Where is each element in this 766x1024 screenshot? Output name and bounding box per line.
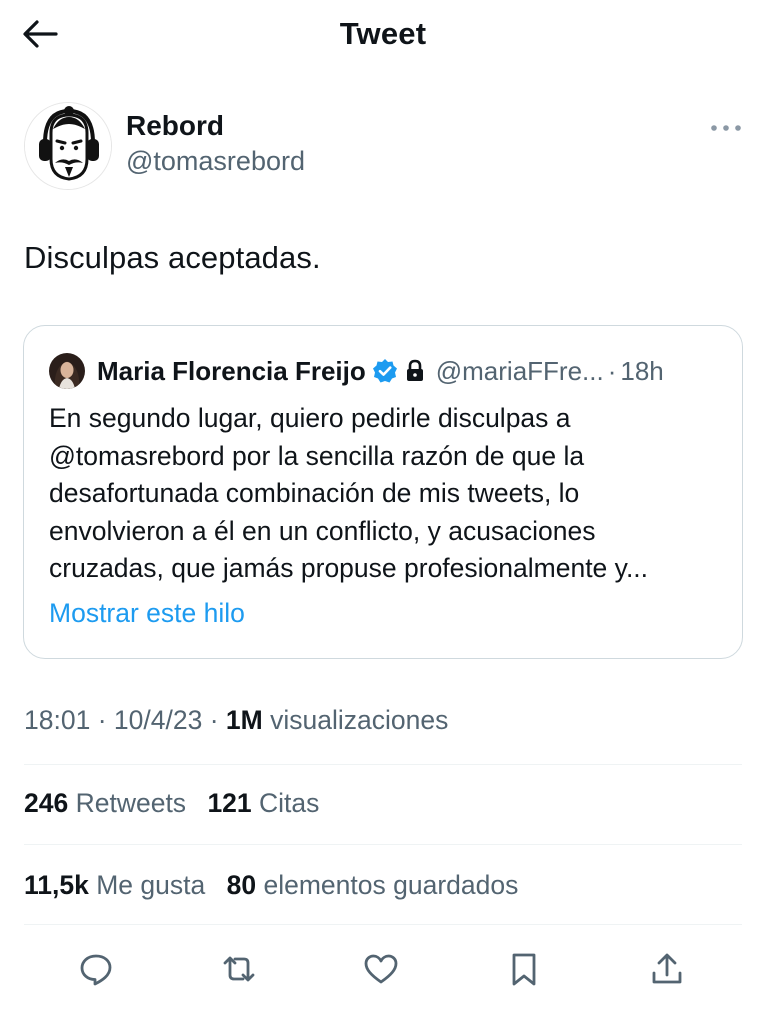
engagement-stats-row-1: 246 Retweets 121 Citas — [24, 788, 333, 819]
page-title: Tweet — [339, 16, 427, 51]
engagement-stats-row-2: 11,5k Me gusta 80 elementos guardados — [24, 870, 532, 901]
divider — [24, 764, 742, 765]
tweet-date: 10/4/23 — [113, 705, 203, 735]
likes-stat[interactable]: 11,5k Me gusta — [24, 870, 205, 900]
likes-count: 11,5k — [24, 870, 89, 900]
views-label: visualizaciones — [270, 705, 449, 735]
bookmarks-stat[interactable]: 80 elementos guardados — [227, 870, 519, 900]
quoted-text-line: En segundo lugar, quiero pedirle disculp… — [49, 403, 571, 433]
tweet-text: Disculpas aceptadas. — [24, 240, 321, 275]
cartoon-face-avatar — [25, 103, 111, 189]
tweet-author: Rebord @tomasrebord — [24, 100, 744, 190]
like-icon — [364, 954, 398, 984]
tweet-meta: 18:01 · 10/4/23 · 1M visualizaciones — [24, 705, 448, 736]
more-dots-icon — [711, 125, 741, 131]
retweets-label: Retweets — [75, 788, 187, 818]
share-button[interactable] — [640, 942, 694, 996]
divider — [24, 844, 742, 845]
retweets-count: 246 — [24, 788, 69, 818]
reply-icon — [80, 954, 112, 986]
bookmarks-label: elementos guardados — [263, 870, 519, 900]
lock-icon — [404, 359, 426, 383]
quoted-text-line: envolvieron a él en un conflicto, y acus… — [49, 515, 596, 546]
quoted-text-line: @tomasrebord por la sencilla razón de qu… — [49, 440, 585, 471]
quotes-label: Citas — [259, 788, 320, 818]
author-handle[interactable]: @tomasrebord — [126, 146, 305, 177]
quotes-count: 121 — [207, 788, 252, 818]
bookmark-icon — [512, 953, 536, 986]
top-bar: Tweet — [0, 0, 766, 70]
quoted-tweet-text: En segundo lugar, quiero pedirle disculp… — [49, 400, 729, 588]
reply-button[interactable] — [69, 942, 123, 996]
bookmarks-count: 80 — [226, 870, 257, 900]
quoted-text-line: cruzadas, que jamás propuse profesionalm… — [49, 553, 649, 583]
views-count: 1M — [225, 705, 263, 735]
share-icon — [652, 953, 682, 984]
verified-badge-icon — [372, 358, 398, 384]
portrait-photo — [49, 353, 85, 389]
quoted-tweet-header: Maria Florencia Freijo @mariaFFre... · 1… — [49, 353, 729, 389]
author-avatar[interactable] — [24, 102, 112, 190]
divider — [24, 924, 742, 925]
quoted-author-avatar — [49, 353, 85, 389]
retweet-button[interactable] — [212, 942, 266, 996]
dot-separator: · — [209, 705, 219, 735]
quotes-stat[interactable]: 121 Citas — [207, 788, 319, 818]
quoted-author-name: Maria Florencia Freijo — [97, 355, 366, 386]
quoted-text-line: desafortunada combinación de mis tweets,… — [49, 478, 580, 508]
like-button[interactable] — [354, 942, 408, 996]
show-thread-link[interactable]: Mostrar este hilo — [49, 598, 245, 629]
author-name[interactable]: Rebord — [126, 110, 224, 142]
dot-separator: · — [97, 705, 107, 735]
quoted-tweet-time: 18h — [620, 355, 664, 386]
quoted-author-handle: @mariaFFre... — [435, 355, 604, 386]
dot-separator: · — [607, 355, 617, 386]
tweet-actions-bar — [0, 942, 766, 996]
quoted-tweet[interactable]: Maria Florencia Freijo @mariaFFre... · 1… — [23, 325, 743, 659]
likes-label: Me gusta — [96, 870, 206, 900]
retweets-stat[interactable]: 246 Retweets — [24, 788, 186, 818]
retweet-icon — [223, 956, 255, 982]
more-options-button[interactable] — [706, 116, 746, 140]
tweet-time: 18:01 — [24, 705, 91, 735]
bookmark-button[interactable] — [497, 942, 551, 996]
